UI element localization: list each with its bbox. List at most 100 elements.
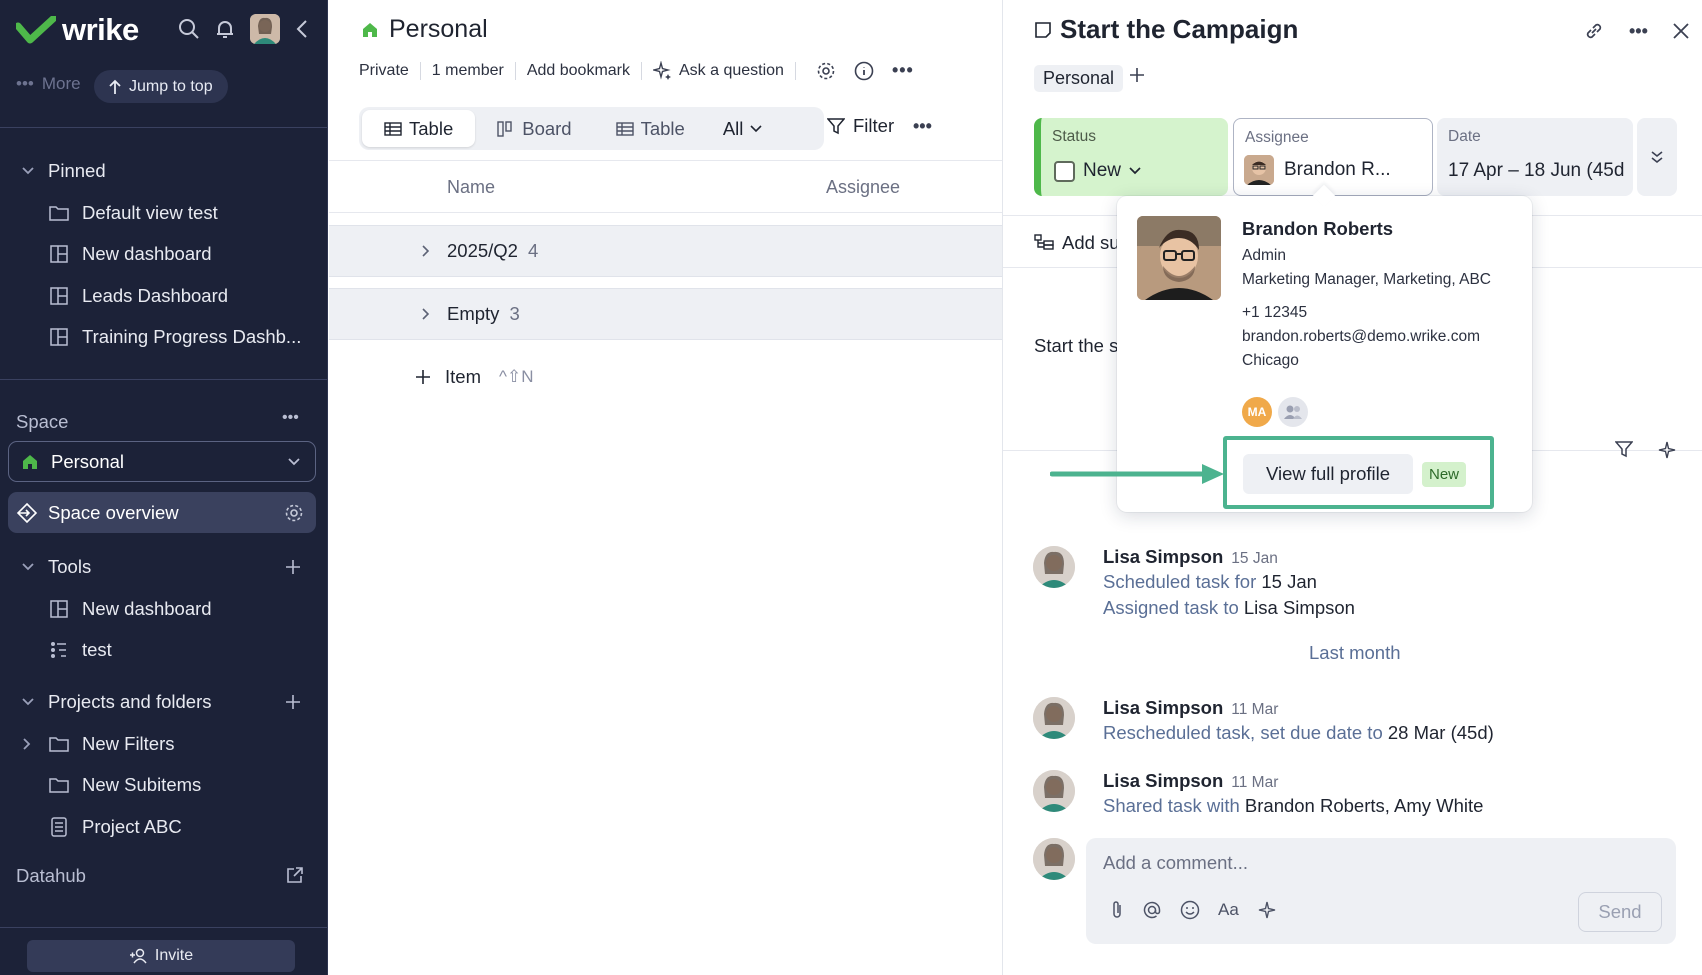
assignee-field[interactable]: Assignee Brandon R... xyxy=(1233,118,1433,196)
chevron-right-icon[interactable] xyxy=(421,307,431,321)
chevron-down-icon xyxy=(288,457,300,465)
bell-icon[interactable] xyxy=(214,18,236,40)
sidebar-item-training-progress[interactable]: Training Progress Dashb... xyxy=(0,317,327,359)
activity-author[interactable]: Lisa Simpson xyxy=(1103,546,1223,567)
sidebar-item-new-subitems[interactable]: New Subitems xyxy=(0,765,327,807)
projects-header[interactable]: Projects and folders xyxy=(0,681,327,723)
sparkle-icon[interactable] xyxy=(1657,440,1677,460)
sidebar-item-datahub[interactable]: Datahub xyxy=(16,865,86,887)
plus-icon[interactable] xyxy=(1129,67,1145,83)
profile-email[interactable]: brandon.roberts@demo.wrike.com xyxy=(1242,328,1480,346)
chevron-down-icon xyxy=(22,563,34,571)
search-icon[interactable] xyxy=(178,18,200,40)
send-button[interactable]: Send xyxy=(1578,892,1662,932)
space-meta-bar: Private 1 member Add bookmark Ask a ques… xyxy=(359,60,923,81)
group-row[interactable]: 2025/Q2 4 xyxy=(329,225,1002,277)
task-description[interactable]: Start the s xyxy=(1034,335,1118,357)
gear-icon[interactable] xyxy=(816,61,836,81)
tab-table[interactable]: Table xyxy=(362,110,476,147)
column-name[interactable]: Name xyxy=(447,177,495,198)
projects-label: Projects and folders xyxy=(48,691,212,712)
chevron-right-icon[interactable] xyxy=(22,737,32,751)
tools-label: Tools xyxy=(48,556,92,577)
sidebar-item-leads-dashboard[interactable]: Leads Dashboard xyxy=(0,275,327,317)
tab-board[interactable]: Board xyxy=(475,110,593,147)
sparkle-icon[interactable] xyxy=(1257,900,1277,920)
text-format-icon[interactable]: Aa xyxy=(1218,900,1239,920)
activity-text: Scheduled task for xyxy=(1103,571,1262,592)
mention-icon[interactable] xyxy=(1142,900,1162,920)
info-icon[interactable] xyxy=(854,61,874,81)
sidebar-item-test[interactable]: test xyxy=(0,630,327,672)
comment-placeholder: Add a comment... xyxy=(1103,852,1248,873)
sidebar-item-label: Training Progress Dashb... xyxy=(82,326,302,348)
task-title-text[interactable]: Start the Campaign xyxy=(1060,14,1298,45)
add-bookmark-button[interactable]: Add bookmark xyxy=(527,62,630,80)
projects-section: Projects and folders New Filters New Sub… xyxy=(0,681,327,848)
sidebar-item-default-view-test[interactable]: Default view test xyxy=(0,192,327,234)
chevron-right-icon[interactable] xyxy=(421,244,431,258)
wrike-logo[interactable]: wrike xyxy=(16,12,139,48)
invite-button[interactable]: Invite xyxy=(27,940,295,972)
profile-title: Marketing Manager, Marketing, ABC xyxy=(1242,271,1491,288)
chevron-down-icon xyxy=(22,698,34,706)
filter-icon[interactable] xyxy=(1615,440,1633,458)
avatar xyxy=(1033,546,1075,588)
expand-fields-button[interactable] xyxy=(1637,118,1677,196)
link-icon[interactable] xyxy=(1583,20,1605,42)
more-options-icon[interactable]: ••• xyxy=(1629,21,1648,42)
tools-section: Tools New dashboard test xyxy=(0,546,327,671)
profile-phone[interactable]: +1 12345 xyxy=(1242,304,1307,322)
close-icon[interactable] xyxy=(1672,22,1690,40)
sidebar-item-label: New dashboard xyxy=(82,597,212,619)
group-row[interactable]: Empty 3 xyxy=(329,288,1002,340)
external-link-icon[interactable] xyxy=(286,866,304,884)
pinned-header[interactable]: Pinned xyxy=(0,150,327,192)
dashboard-icon xyxy=(50,600,68,618)
space-chip[interactable]: Personal xyxy=(1034,65,1124,92)
members-button[interactable]: 1 member xyxy=(432,62,504,80)
sidebar-item-space-overview[interactable]: Space overview xyxy=(8,492,316,533)
activity-date: 11 Mar xyxy=(1231,701,1279,718)
status-checkbox[interactable] xyxy=(1054,160,1075,182)
space-selector[interactable]: Personal xyxy=(8,441,316,482)
jump-to-top-button[interactable]: Jump to top xyxy=(94,70,228,103)
plus-icon[interactable] xyxy=(285,559,301,575)
user-avatar[interactable] xyxy=(250,14,280,44)
gear-icon[interactable] xyxy=(284,503,304,523)
more-options-icon[interactable]: ••• xyxy=(892,60,914,81)
sidebar-item-label: Project ABC xyxy=(82,815,182,837)
collapse-sidebar-icon[interactable] xyxy=(294,18,310,40)
pinned-section: Pinned Default view test New dashboard L… xyxy=(0,150,327,358)
sidebar-item-tools-new-dashboard[interactable]: New dashboard xyxy=(0,588,327,630)
tools-header[interactable]: Tools xyxy=(0,546,327,588)
sidebar-item-project-abc[interactable]: Project ABC xyxy=(0,806,327,848)
add-item-button[interactable]: Item ^⇧N xyxy=(415,366,533,388)
team-badge[interactable]: MA xyxy=(1242,397,1272,427)
view-full-profile-button[interactable]: View full profile xyxy=(1243,454,1413,494)
profile-photo xyxy=(1137,216,1221,300)
tab-table-2[interactable]: Table xyxy=(594,110,707,147)
all-views-dropdown[interactable]: All xyxy=(707,110,779,147)
view-more-icon[interactable]: ••• xyxy=(913,116,932,137)
sidebar-item-new-filters[interactable]: New Filters xyxy=(0,723,327,765)
folder-icon xyxy=(49,737,69,752)
column-assignee[interactable]: Assignee xyxy=(826,177,900,198)
activity-author[interactable]: Lisa Simpson xyxy=(1103,770,1223,791)
date-field[interactable]: Date 17 Apr – 18 Jun (45d xyxy=(1437,118,1633,196)
status-field[interactable]: Status New xyxy=(1034,118,1228,196)
group-icon[interactable] xyxy=(1278,397,1308,427)
plus-icon[interactable] xyxy=(285,694,301,710)
filter-button[interactable]: Filter xyxy=(827,115,894,137)
sidebar-item-new-dashboard[interactable]: New dashboard xyxy=(0,234,327,276)
more-menu[interactable]: ••• More xyxy=(16,74,81,94)
emoji-icon[interactable] xyxy=(1180,900,1200,920)
activity-author[interactable]: Lisa Simpson xyxy=(1103,697,1223,718)
add-subitem-button[interactable]: Add su xyxy=(1034,232,1120,254)
attachment-icon[interactable] xyxy=(1110,900,1124,920)
comment-input[interactable]: Add a comment... Aa Send xyxy=(1086,838,1676,944)
ask-question-button[interactable]: Ask a question xyxy=(653,60,784,81)
period-divider: Last month xyxy=(1309,642,1401,663)
space-more-icon[interactable]: ••• xyxy=(282,409,299,427)
privacy-button[interactable]: Private xyxy=(359,62,409,80)
